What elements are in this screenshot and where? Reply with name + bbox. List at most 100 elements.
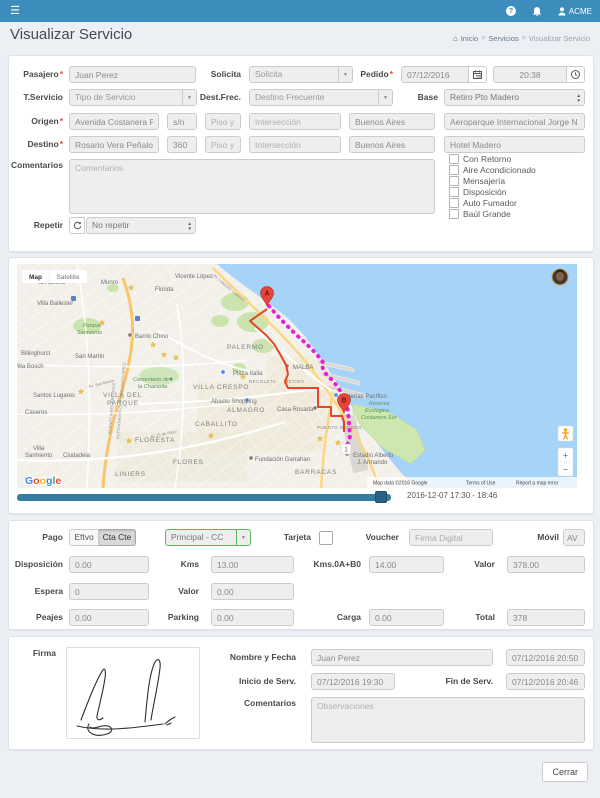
map-label: PALERMO bbox=[227, 344, 264, 351]
notifications-button[interactable] bbox=[532, 6, 542, 17]
origen-lugar-input[interactable] bbox=[444, 113, 585, 130]
voucher-input[interactable] bbox=[409, 529, 493, 546]
solicita-select[interactable]: Solicita ▼ bbox=[249, 66, 353, 83]
ctacte-toggle-button[interactable]: Cta Cte bbox=[99, 529, 136, 546]
zoom-in-button[interactable]: + bbox=[563, 451, 568, 461]
google-map[interactable]: ★★★★★★★★★★★★ la AdelinaMunroVicente Lópe… bbox=[17, 264, 577, 488]
carga-input[interactable] bbox=[369, 609, 444, 626]
signature-panel: Firma Nombre y Fecha Inicio de Serv. Fin… bbox=[8, 636, 594, 750]
map-label: Parque bbox=[83, 323, 101, 329]
breadcrumb-servicios[interactable]: Servicios bbox=[488, 34, 518, 43]
valor2-input[interactable] bbox=[211, 583, 294, 600]
map-label: Billinghurst bbox=[21, 351, 51, 357]
espera-label: Espera bbox=[11, 583, 63, 600]
hamburger-menu-icon[interactable]: ☰ bbox=[8, 4, 22, 18]
destino-ciudad-input[interactable] bbox=[349, 136, 435, 153]
transit-icon bbox=[135, 316, 140, 321]
origen-ciudad-input[interactable] bbox=[349, 113, 435, 130]
star-poi-icon: ★ bbox=[317, 435, 323, 443]
checkbox-auto-fumador[interactable]: Auto Fumador bbox=[449, 198, 517, 208]
zoom-out-button[interactable]: − bbox=[563, 465, 568, 475]
pasajero-label: Pasajero bbox=[11, 66, 63, 83]
peajes-input[interactable] bbox=[69, 609, 149, 626]
valor-input[interactable] bbox=[507, 556, 585, 573]
map-label: FLORES bbox=[173, 459, 204, 466]
total-input[interactable] bbox=[507, 609, 585, 626]
tarjeta-label: Tarjeta bbox=[261, 529, 311, 546]
eftvo-toggle-button[interactable]: Eftvo bbox=[69, 529, 99, 546]
map-label: Abasto Shopping bbox=[211, 399, 257, 405]
help-button[interactable]: ? bbox=[506, 6, 516, 16]
pedido-date-input[interactable] bbox=[401, 66, 469, 83]
origen-numero-input[interactable] bbox=[167, 113, 197, 130]
clock-button[interactable] bbox=[567, 66, 585, 83]
kms-input[interactable] bbox=[211, 556, 294, 573]
map-data-text: Map data ©2016 Google bbox=[373, 480, 428, 487]
espera-input[interactable] bbox=[69, 583, 149, 600]
star-poi-icon: ★ bbox=[128, 284, 134, 292]
breadcrumb-inicio[interactable]: Inicio bbox=[461, 34, 479, 43]
origen-interseccion-input[interactable] bbox=[249, 113, 341, 130]
star-poi-icon: ★ bbox=[335, 439, 341, 447]
origen-piso-input[interactable] bbox=[205, 113, 241, 130]
poi-dot-icon bbox=[249, 456, 253, 460]
avatar[interactable] bbox=[552, 269, 568, 285]
poi-dot-icon bbox=[334, 393, 338, 397]
star-poi-icon: ★ bbox=[161, 351, 167, 359]
sign-comentarios-label: Comentarios bbox=[189, 695, 296, 712]
kms0ab0-input[interactable] bbox=[369, 556, 444, 573]
checkbox-baul-grande[interactable]: Baúl Grande bbox=[449, 209, 511, 219]
pasajero-input[interactable] bbox=[69, 66, 196, 83]
home-icon: ⌂ bbox=[453, 34, 458, 43]
cerrar-button[interactable]: Cerrar bbox=[542, 762, 588, 782]
map-label: Casa Rosada bbox=[277, 407, 314, 413]
parking-input[interactable] bbox=[211, 609, 294, 626]
report-map-error-link[interactable]: Report a map error bbox=[516, 481, 559, 487]
inicio-serv-input[interactable] bbox=[311, 673, 395, 690]
destino-numero-input[interactable] bbox=[167, 136, 197, 153]
nombre-input[interactable] bbox=[311, 649, 493, 666]
user-menu-button[interactable]: ACME bbox=[558, 7, 592, 16]
comentarios-label: Comentarios bbox=[11, 157, 63, 174]
destino-piso-input[interactable] bbox=[205, 136, 241, 153]
map-label: San Martín bbox=[75, 354, 104, 360]
streetview-pegman-control[interactable] bbox=[558, 426, 573, 441]
map-label: Florida bbox=[155, 287, 174, 293]
tarjeta-checkbox[interactable] bbox=[319, 531, 333, 545]
map-label: Santos Lugares bbox=[33, 393, 75, 399]
disposicion-label: Disposición bbox=[11, 556, 63, 573]
map-label: Sarmiento bbox=[77, 330, 102, 336]
fin-serv-input[interactable] bbox=[506, 673, 585, 690]
map-panel: ★★★★★★★★★★★★ la AdelinaMunroVicente Lópe… bbox=[8, 257, 594, 514]
checkbox-aire-acondicionado[interactable]: Aire Acondicionado bbox=[449, 165, 536, 175]
cuenta-select[interactable]: Principal - CC ▼ bbox=[165, 529, 251, 546]
observaciones-textarea[interactable] bbox=[311, 697, 585, 743]
timeline-slider-handle[interactable] bbox=[375, 491, 387, 503]
tservicio-select[interactable]: Tipo de Servicio ▼ bbox=[69, 89, 197, 106]
destino-interseccion-input[interactable] bbox=[249, 136, 341, 153]
map-label: Munro bbox=[101, 280, 119, 286]
comentarios-textarea[interactable] bbox=[69, 159, 435, 214]
map-button-label: Map bbox=[29, 274, 42, 281]
origen-calle-input[interactable] bbox=[69, 113, 159, 130]
terms-of-use-link[interactable]: Terms of Use bbox=[466, 481, 496, 487]
destino-calle-input[interactable] bbox=[69, 136, 159, 153]
pedido-time-input[interactable] bbox=[493, 66, 567, 83]
destfrec-select[interactable]: Destino Frecuente ▼ bbox=[249, 89, 393, 106]
user-name: ACME bbox=[569, 7, 592, 16]
bell-icon bbox=[532, 6, 542, 17]
movil-input[interactable] bbox=[563, 529, 585, 546]
checkbox-disposicion[interactable]: Disposición bbox=[449, 187, 506, 197]
repeat-refresh-button[interactable] bbox=[69, 217, 85, 234]
checkbox-con-retorno[interactable]: Con Retorno bbox=[449, 154, 511, 164]
destfrec-label: Dest.Frec. bbox=[179, 89, 241, 106]
checkbox-mensajeria[interactable]: Mensajería bbox=[449, 176, 505, 186]
fecha-firma-input[interactable] bbox=[506, 649, 585, 666]
disposicion-input[interactable] bbox=[69, 556, 149, 573]
timeline-slider-track[interactable] bbox=[17, 494, 391, 501]
repetir-select[interactable]: No repetir ▲▼ bbox=[86, 217, 196, 234]
page: ☰ ? ACME Visualizar Servicio ⌂ Inicio > … bbox=[0, 0, 600, 798]
calendar-button[interactable] bbox=[469, 66, 487, 83]
base-select[interactable]: Retiro Pto Madero ▲▼ bbox=[444, 89, 585, 106]
destino-lugar-input[interactable] bbox=[444, 136, 585, 153]
